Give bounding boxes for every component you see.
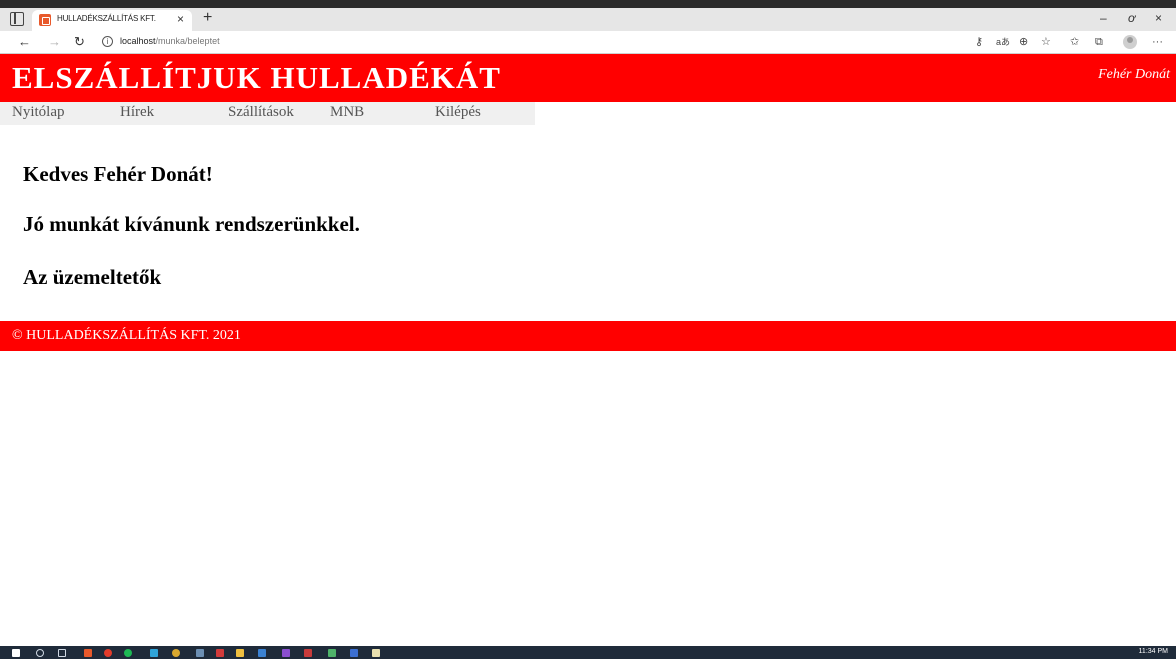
nav-item-hirek[interactable]: Hírek bbox=[120, 104, 154, 121]
tab-title: HULLADÉKSZÁLLÍTÁS KFT. bbox=[57, 14, 156, 23]
forward-icon[interactable]: → bbox=[48, 34, 61, 49]
app-icon[interactable] bbox=[372, 649, 380, 657]
app-icon[interactable] bbox=[350, 649, 358, 657]
url-path: /munka/beleptet bbox=[155, 36, 220, 46]
footer-copyright: © HULLADÉKSZÁLLÍTÁS KFT. 2021 bbox=[12, 328, 241, 343]
nav-item-nyitolap[interactable]: Nyitólap bbox=[12, 104, 65, 121]
close-window-icon[interactable]: × bbox=[1155, 11, 1162, 25]
taskbar-clock: 11:34 PM bbox=[1138, 648, 1168, 655]
favorites-icon[interactable]: ✩ bbox=[1070, 35, 1079, 49]
app-icon[interactable] bbox=[236, 649, 244, 657]
logged-in-user: Fehér Donát bbox=[1098, 67, 1170, 82]
signature-heading: Az üzemeltetők bbox=[23, 265, 162, 289]
start-icon[interactable] bbox=[12, 649, 20, 657]
site-footer: © HULLADÉKSZÁLLÍTÁS KFT. 2021 bbox=[0, 321, 1176, 351]
site-favicon-icon bbox=[39, 14, 51, 26]
minimize-icon[interactable]: – bbox=[1100, 11, 1107, 25]
tab-actions-icon[interactable] bbox=[10, 12, 24, 26]
main-nav: Nyitólap Hírek Szállítások MNB Kilépés bbox=[0, 102, 535, 125]
refresh-icon[interactable]: ↻ bbox=[74, 34, 85, 49]
new-tab-icon[interactable]: + bbox=[203, 10, 212, 26]
os-taskbar: 11:34 PM bbox=[0, 646, 1176, 659]
more-icon[interactable]: ··· bbox=[1152, 35, 1163, 49]
read-aloud-icon[interactable]: aあ bbox=[996, 35, 1010, 49]
site-info-icon[interactable]: i bbox=[102, 36, 113, 47]
window-top-border bbox=[0, 0, 1176, 8]
profile-icon[interactable] bbox=[1123, 35, 1137, 49]
app-icon[interactable] bbox=[258, 649, 266, 657]
nav-item-szallitasok[interactable]: Szállítások bbox=[228, 104, 294, 121]
restore-icon[interactable]: ơ bbox=[1128, 11, 1135, 25]
app-icon[interactable] bbox=[172, 649, 180, 657]
app-icon[interactable] bbox=[104, 649, 112, 657]
app-icon[interactable] bbox=[150, 649, 158, 657]
wish-heading: Jó munkát kívánunk rendszerünkkel. bbox=[23, 212, 360, 236]
url-field[interactable]: localhost/munka/beleptet bbox=[120, 36, 220, 46]
back-icon[interactable]: ← bbox=[18, 34, 31, 49]
favorite-add-icon[interactable]: ☆ bbox=[1041, 35, 1051, 49]
nav-item-kilepes[interactable]: Kilépés bbox=[435, 104, 481, 121]
site-title: ELSZÁLLÍTJUK HULLADÉKÁT bbox=[12, 60, 501, 95]
app-icon[interactable] bbox=[124, 649, 132, 657]
browser-tab[interactable]: HULLADÉKSZÁLLÍTÁS KFT. × bbox=[32, 10, 192, 31]
app-icon[interactable] bbox=[304, 649, 312, 657]
app-icon[interactable] bbox=[196, 649, 204, 657]
url-host: localhost bbox=[120, 36, 156, 46]
app-icon[interactable] bbox=[282, 649, 290, 657]
browser-tab-bar: HULLADÉKSZÁLLÍTÁS KFT. × + – ơ × bbox=[0, 8, 1176, 31]
app-icon[interactable] bbox=[84, 649, 92, 657]
key-icon[interactable]: ⚷ bbox=[975, 35, 983, 49]
task-view-icon[interactable] bbox=[58, 649, 66, 657]
app-icon[interactable] bbox=[216, 649, 224, 657]
app-icon[interactable] bbox=[328, 649, 336, 657]
greeting-heading: Kedves Fehér Donát! bbox=[23, 162, 213, 186]
collections-icon[interactable]: ⧉ bbox=[1095, 35, 1103, 49]
browser-address-bar: ← → ↻ i localhost/munka/beleptet ⚷ aあ ⊕ … bbox=[0, 31, 1176, 54]
zoom-icon[interactable]: ⊕ bbox=[1019, 35, 1028, 49]
tab-close-icon[interactable]: × bbox=[177, 12, 184, 26]
search-icon[interactable] bbox=[36, 649, 44, 657]
nav-item-mnb[interactable]: MNB bbox=[330, 104, 364, 121]
site-header: ELSZÁLLÍTJUK HULLADÉKÁT Fehér Donát bbox=[0, 54, 1176, 102]
